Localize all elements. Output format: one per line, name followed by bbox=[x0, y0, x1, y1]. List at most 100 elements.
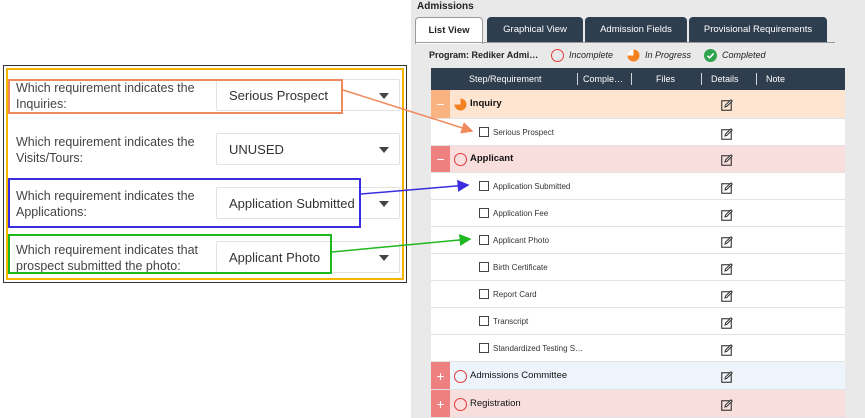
setting-label-photo: Which requirement indicates that prospec… bbox=[16, 243, 199, 273]
edit-icon[interactable] bbox=[721, 262, 733, 275]
chevron-down-icon bbox=[379, 201, 389, 207]
column-step-requirement[interactable]: Step/Requirement bbox=[469, 74, 542, 84]
column-divider bbox=[577, 73, 578, 85]
column-complete[interactable]: Comple… bbox=[583, 74, 623, 84]
visits-requirement-select[interactable]: UNUSED bbox=[216, 133, 400, 165]
column-files[interactable]: Files bbox=[656, 74, 675, 84]
requirement-row-applicant-photo: Applicant Photo bbox=[431, 227, 845, 254]
edit-icon[interactable] bbox=[721, 127, 733, 140]
requirement-checkbox[interactable] bbox=[479, 289, 489, 299]
requirement-name: Report Card bbox=[493, 290, 537, 299]
legend-incomplete: Incomplete bbox=[569, 50, 614, 60]
photo-select-value: Applicant Photo bbox=[229, 250, 321, 265]
collapse-toggle[interactable]: − bbox=[431, 146, 450, 172]
requirement-name: Transcript bbox=[493, 317, 529, 326]
requirement-row-application-fee: Application Fee bbox=[431, 200, 845, 227]
step-row-admissions-committee[interactable]: + Admissions Committee bbox=[431, 362, 845, 390]
edit-icon[interactable] bbox=[721, 98, 733, 111]
requirement-row-transcript: Transcript bbox=[431, 308, 845, 335]
column-divider bbox=[756, 73, 757, 85]
column-note[interactable]: Note bbox=[766, 74, 785, 84]
inquiries-requirement-select[interactable]: Serious Prospect bbox=[216, 79, 400, 111]
photo-requirement-select[interactable]: Applicant Photo bbox=[216, 241, 400, 273]
chevron-down-icon bbox=[379, 255, 389, 261]
admissions-tabs: List View Graphical View Admission Field… bbox=[415, 17, 865, 44]
edit-icon[interactable] bbox=[721, 316, 733, 329]
step-name: Admissions Committee bbox=[470, 370, 568, 381]
setting-row-visits: Which requirement indicates the Visits/T… bbox=[8, 128, 402, 179]
requirement-name: Application Submitted bbox=[493, 182, 571, 191]
incomplete-icon bbox=[454, 153, 467, 166]
setting-row-photo: Which requirement indicates that prospec… bbox=[8, 236, 402, 287]
setting-label-applications: Which requirement indicates the Applicat… bbox=[16, 189, 195, 219]
requirement-checkbox[interactable] bbox=[479, 181, 489, 191]
admissions-panel: Admissions List View Graphical View Admi… bbox=[411, 0, 865, 418]
tab-graphical-view[interactable]: Graphical View bbox=[487, 17, 583, 42]
requirement-row-birth-certificate: Birth Certificate bbox=[431, 254, 845, 281]
column-divider bbox=[631, 73, 632, 85]
requirement-row-serious-prospect: Serious Prospect bbox=[431, 119, 845, 146]
requirement-checkbox[interactable] bbox=[479, 262, 489, 272]
visits-select-value: UNUSED bbox=[229, 142, 284, 157]
requirement-checkbox[interactable] bbox=[479, 235, 489, 245]
applications-requirement-select[interactable]: Application Submitted bbox=[216, 187, 400, 219]
incomplete-icon bbox=[454, 398, 467, 411]
edit-icon[interactable] bbox=[721, 235, 733, 248]
grid-header: Step/Requirement Comple… Files Details N… bbox=[431, 68, 845, 90]
tab-provisional-requirements[interactable]: Provisional Requirements bbox=[689, 17, 827, 42]
requirement-name: Birth Certificate bbox=[493, 263, 548, 272]
incomplete-icon bbox=[551, 49, 564, 62]
tab-list-view[interactable]: List View bbox=[415, 17, 483, 44]
edit-icon[interactable] bbox=[721, 153, 733, 166]
inquiries-select-value: Serious Prospect bbox=[229, 88, 328, 103]
edit-icon[interactable] bbox=[721, 289, 733, 302]
legend-in-progress: In Progress bbox=[645, 50, 692, 60]
requirement-name: Applicant Photo bbox=[493, 236, 550, 245]
expand-toggle[interactable]: + bbox=[431, 362, 450, 389]
requirement-checkbox[interactable] bbox=[479, 316, 489, 326]
tab-divider bbox=[415, 42, 835, 43]
edit-icon[interactable] bbox=[721, 208, 733, 221]
step-name: Applicant bbox=[470, 153, 514, 164]
edit-icon[interactable] bbox=[721, 370, 733, 383]
setting-label-inquiries: Which requirement indicates the Inquirie… bbox=[16, 81, 195, 111]
edit-icon[interactable] bbox=[721, 181, 733, 194]
collapse-toggle[interactable]: − bbox=[431, 90, 450, 118]
in-progress-icon bbox=[627, 49, 640, 64]
requirement-checkbox[interactable] bbox=[479, 208, 489, 218]
requirements-grid: Step/Requirement Comple… Files Details N… bbox=[431, 68, 845, 418]
setting-row-inquiries: Which requirement indicates the Inquirie… bbox=[8, 74, 402, 125]
expand-toggle[interactable]: + bbox=[431, 390, 450, 417]
requirement-name: Standardized Testing S… bbox=[493, 344, 584, 353]
step-row-inquiry[interactable]: − Inquiry bbox=[431, 90, 845, 119]
page: Which requirement indicates the Inquirie… bbox=[0, 0, 865, 418]
completed-icon bbox=[704, 49, 717, 64]
requirement-name: Application Fee bbox=[493, 209, 549, 218]
column-details[interactable]: Details bbox=[711, 74, 739, 84]
edit-icon[interactable] bbox=[721, 398, 733, 411]
applications-select-value: Application Submitted bbox=[229, 196, 355, 211]
requirement-row-standardized-testing: Standardized Testing S… bbox=[431, 335, 845, 362]
step-row-applicant[interactable]: − Applicant bbox=[431, 146, 845, 173]
chevron-down-icon bbox=[379, 93, 389, 99]
incomplete-icon bbox=[454, 370, 467, 383]
requirement-name: Serious Prospect bbox=[493, 128, 554, 137]
step-name: Inquiry bbox=[470, 98, 502, 109]
edit-icon[interactable] bbox=[721, 343, 733, 356]
requirement-row-report-card: Report Card bbox=[431, 281, 845, 308]
requirement-settings-panel: Which requirement indicates the Inquirie… bbox=[3, 65, 407, 283]
tab-admission-fields[interactable]: Admission Fields bbox=[585, 17, 687, 42]
requirement-checkbox[interactable] bbox=[479, 127, 489, 137]
admissions-title: Admissions bbox=[417, 1, 474, 12]
in-progress-icon bbox=[454, 98, 467, 111]
column-divider bbox=[701, 73, 702, 85]
requirement-row-application-submitted: Application Submitted bbox=[431, 173, 845, 200]
step-name: Registration bbox=[470, 398, 521, 409]
program-label: Program: Rediker Admi… bbox=[429, 50, 539, 60]
chevron-down-icon bbox=[379, 147, 389, 153]
setting-row-applications: Which requirement indicates the Applicat… bbox=[8, 182, 402, 233]
setting-label-visits: Which requirement indicates the Visits/T… bbox=[16, 135, 195, 165]
requirement-settings-border: Which requirement indicates the Inquirie… bbox=[6, 68, 404, 280]
step-row-registration[interactable]: + Registration bbox=[431, 390, 845, 418]
requirement-checkbox[interactable] bbox=[479, 343, 489, 353]
